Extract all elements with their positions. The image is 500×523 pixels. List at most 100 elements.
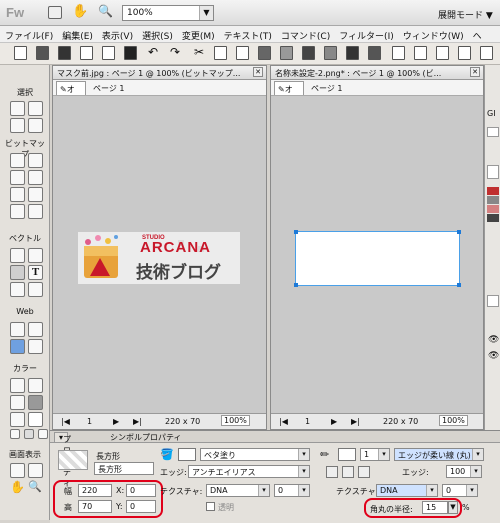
paste-icon[interactable] (236, 46, 249, 60)
selection-handle[interactable] (294, 230, 298, 234)
panel-field[interactable] (487, 165, 499, 179)
copy-icon[interactable] (214, 46, 227, 60)
stroke-align-outside-icon[interactable] (358, 466, 370, 478)
doc1-original-tab[interactable]: ✎オ (56, 81, 86, 95)
close-icon[interactable]: ✕ (470, 67, 480, 77)
selection-handle[interactable] (457, 230, 461, 234)
stroke-size-select[interactable]: 1 (360, 448, 390, 461)
tab-properties[interactable]: ▾ プロパティ (54, 432, 71, 488)
menu-select[interactable]: 選択(S) (137, 26, 177, 42)
menu-view[interactable]: 表示(V) (97, 26, 137, 42)
align-icon[interactable] (392, 46, 405, 60)
knife-tool-icon[interactable] (28, 282, 43, 297)
print-icon[interactable] (124, 46, 137, 60)
zoom-icon[interactable]: 🔍 (98, 4, 113, 18)
open-icon[interactable] (36, 46, 49, 60)
doc2-canvas-size[interactable]: 220 x 70 (383, 417, 418, 426)
menu-file[interactable]: ファイル(F) (0, 26, 57, 42)
stroke-edge-amount[interactable]: 100 (446, 465, 482, 478)
layers-panel-stub[interactable] (487, 295, 499, 307)
workspace-mode-menu[interactable]: 展開モード ▼ (438, 8, 493, 21)
doc1-tab[interactable]: マスク前.jpg : ページ 1 @ 100% (ビットマップ... ✕ (53, 66, 266, 80)
cut-icon[interactable]: ✂ (194, 45, 204, 59)
pen-tool-icon[interactable] (28, 248, 43, 263)
marquee-tool-icon[interactable] (10, 153, 25, 168)
bring-front-icon[interactable] (346, 46, 359, 60)
eye-icon[interactable]: 👁 (488, 351, 499, 361)
color-swatch-red[interactable] (487, 187, 499, 195)
hide-slices-icon[interactable] (10, 339, 25, 354)
menu-edit[interactable]: 編集(E) (57, 26, 97, 42)
stroke-color-box[interactable] (338, 448, 356, 461)
doc2-original-tab[interactable]: ✎オ (274, 81, 304, 95)
eraser-tool-icon[interactable] (28, 187, 43, 202)
menu-help[interactable]: ヘ (468, 26, 486, 42)
doc2-zoom-select[interactable]: 100% (439, 415, 468, 426)
eyedropper-tool-icon[interactable] (10, 378, 25, 393)
doc2-play-icon[interactable]: ▶ (331, 417, 337, 426)
hand-tool-icon[interactable]: ✋ (10, 480, 25, 495)
stroke-texture-select[interactable]: DNA (376, 484, 438, 497)
menu-modify[interactable]: 変更(M) (177, 26, 219, 42)
transparent-checkbox[interactable] (206, 502, 215, 511)
hotspot-tool-icon[interactable] (10, 322, 25, 337)
texture-amount[interactable]: 0 (274, 484, 310, 497)
group-icon[interactable] (258, 46, 271, 60)
doc1-zoom-select[interactable]: 100% (221, 415, 250, 426)
menu-window[interactable]: ウィンドウ(W) (398, 26, 468, 42)
doc1-last-page-icon[interactable]: ▶| (133, 417, 142, 426)
doc1-play-icon[interactable]: ▶ (113, 417, 119, 426)
fill-color-box[interactable] (178, 448, 196, 461)
import-icon[interactable] (80, 46, 93, 60)
stroke-align-inside-icon[interactable] (326, 466, 338, 478)
fill-type-select[interactable]: ベタ塗り (200, 448, 310, 461)
eye-icon[interactable]: 👁 (488, 335, 499, 345)
menu-commands[interactable]: コマンド(C) (276, 26, 334, 42)
show-slices-icon[interactable] (28, 339, 43, 354)
send-back-icon[interactable] (368, 46, 381, 60)
pencil-tool-icon[interactable] (10, 187, 25, 202)
rotate-left-icon[interactable] (414, 46, 427, 60)
undo-icon[interactable]: ↶ (148, 45, 158, 59)
text-tool-icon[interactable]: T (28, 265, 43, 280)
paint-bucket-tool-icon[interactable] (28, 378, 43, 393)
object-name-input[interactable]: 長方形 (94, 462, 154, 475)
close-icon[interactable]: ✕ (253, 67, 263, 77)
brush-tool-icon[interactable] (28, 170, 43, 185)
flip-vertical-icon[interactable] (480, 46, 493, 60)
magic-wand-tool-icon[interactable] (10, 170, 25, 185)
lasso-tool-icon[interactable] (28, 153, 43, 168)
doc1-canvas-size[interactable]: 220 x 70 (165, 417, 200, 426)
edge-select[interactable]: アンチエイリアス (188, 465, 310, 478)
color-swatch-pink[interactable] (487, 205, 499, 213)
standard-mode-icon[interactable] (10, 463, 25, 478)
save-icon[interactable] (58, 46, 71, 60)
fill-color-swatch[interactable] (28, 412, 43, 427)
stroke-align-center-icon[interactable] (342, 466, 354, 478)
rotate-right-icon[interactable] (436, 46, 449, 60)
ungroup-icon[interactable] (280, 46, 293, 60)
menu-filters[interactable]: フィルター(I) (334, 26, 398, 42)
scale-tool-icon[interactable] (10, 118, 25, 133)
doc1-first-page-icon[interactable]: |◀ (61, 417, 70, 426)
stroke-color-icon[interactable] (10, 395, 25, 410)
rubber-stamp-tool-icon[interactable] (28, 204, 43, 219)
stroke-color-swatch[interactable] (28, 395, 43, 410)
panel-gif-label[interactable]: GI (487, 109, 496, 118)
stroke-texture-amount[interactable]: 0 (442, 484, 478, 497)
color-swatch-gray[interactable] (487, 196, 499, 204)
menu-text[interactable]: テキスト(T) (219, 26, 276, 42)
doc2-page-label[interactable]: ページ 1 (311, 83, 342, 94)
swap-colors-icon[interactable] (38, 429, 48, 439)
rectangle-tool-icon[interactable] (10, 265, 25, 280)
selection-handle[interactable] (294, 283, 298, 287)
freeform-tool-icon[interactable] (10, 282, 25, 297)
layout-icon[interactable] (48, 6, 62, 19)
default-colors-icon[interactable] (10, 429, 20, 439)
fill-color-icon[interactable] (10, 412, 25, 427)
blur-tool-icon[interactable] (10, 204, 25, 219)
doc2-first-page-icon[interactable]: |◀ (279, 417, 288, 426)
selected-rectangle[interactable] (294, 230, 461, 287)
no-color-icon[interactable] (24, 429, 34, 439)
texture-select[interactable]: DNA (206, 484, 270, 497)
